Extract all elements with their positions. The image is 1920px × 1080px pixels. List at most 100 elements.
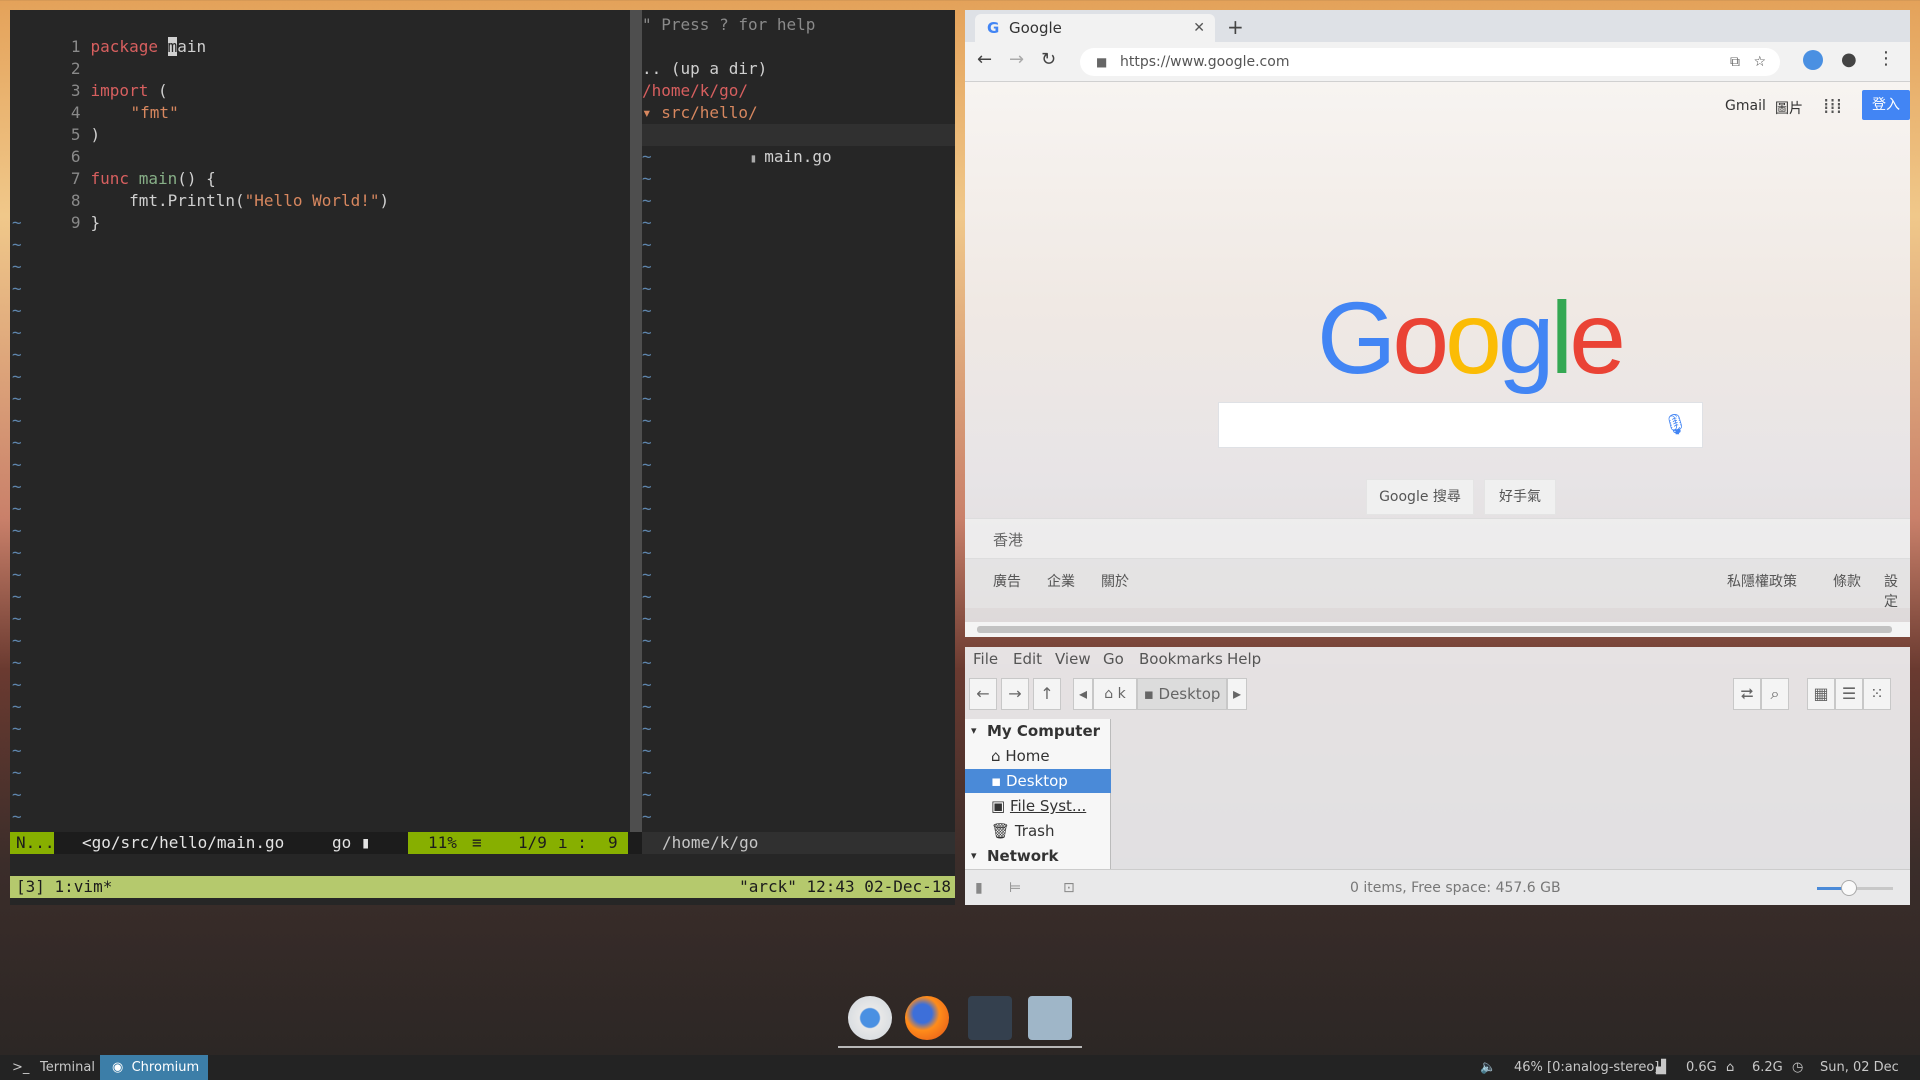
crumb-desktop[interactable]: ▪ Desktop xyxy=(1137,678,1227,710)
scrollbar-thumb[interactable] xyxy=(977,626,1892,633)
tilde-marker: ~ xyxy=(12,301,22,320)
compact-view-button[interactable]: ⁙ xyxy=(1863,678,1891,710)
menu-bookmarks[interactable]: Bookmarks xyxy=(1139,647,1223,671)
crumb-right-button[interactable]: ▸ xyxy=(1227,678,1247,710)
google-search-button[interactable]: Google 搜尋 xyxy=(1366,479,1474,515)
code-line-5[interactable]: 5) xyxy=(10,102,100,144)
up-button[interactable]: ↑ xyxy=(1033,678,1061,710)
column-icon: ı : xyxy=(558,833,587,852)
list-view-button[interactable]: ☰ xyxy=(1835,678,1863,710)
volume-status[interactable]: 46% [0:analog-stereo] xyxy=(1514,1055,1659,1080)
address-bar[interactable]: ■ https://www.google.com ⧉ ☆ xyxy=(1080,48,1780,76)
trash-icon: 🗑 xyxy=(991,822,1011,840)
microphone-icon[interactable]: 🎙 xyxy=(1663,412,1688,436)
footer-link-terms[interactable]: 條款 xyxy=(1833,571,1861,591)
code-line-8[interactable]: 8 fmt.Println("Hello World!") xyxy=(10,168,389,210)
tilde-marker: ~ xyxy=(642,741,652,760)
sign-in-button[interactable]: 登入 xyxy=(1862,90,1910,120)
code-line-6[interactable]: 6 xyxy=(10,124,91,166)
sidebar-item-desktop[interactable]: ▪ Desktop xyxy=(965,769,1111,793)
nerdtree-up-dir[interactable]: .. (up a dir) xyxy=(642,58,767,80)
firefox-dock-icon[interactable] xyxy=(905,996,949,1040)
folder-dock-icon[interactable] xyxy=(1028,996,1072,1040)
footer-link-settings[interactable]: 設定 xyxy=(1884,571,1910,611)
chromium-dock-icon[interactable] xyxy=(848,996,892,1040)
nerdtree-folder[interactable]: ▾ src/hello/ xyxy=(642,102,758,124)
sidebar-item-home[interactable]: ⌂ Home xyxy=(965,744,1111,768)
footer-link-about[interactable]: 關於 xyxy=(1101,571,1129,591)
nerdtree-pane[interactable]: " Press ? for help .. (up a dir) /home/k… xyxy=(642,10,955,832)
lucky-button[interactable]: 好手氣 xyxy=(1484,479,1556,515)
icon-view-button[interactable]: ▦ xyxy=(1807,678,1835,710)
tilde-marker: ~ xyxy=(12,609,22,628)
clock[interactable]: Sun, 02 Dec 12:43 xyxy=(1820,1055,1920,1080)
places-toggle-icon[interactable]: ▮ xyxy=(975,870,983,905)
bookmark-star-icon[interactable]: ☆ xyxy=(1753,48,1766,76)
back-icon[interactable]: ← xyxy=(977,49,992,70)
search-button[interactable]: ⌕ xyxy=(1761,678,1789,710)
tilde-marker: ~ xyxy=(12,543,22,562)
sidebar-item-trash[interactable]: 🗑 Trash xyxy=(965,819,1111,843)
sidebar-section-my-computer[interactable]: ▾ My Computer xyxy=(965,719,1111,743)
apps-grid-icon[interactable]: ⁞⁞⁞ xyxy=(1823,94,1842,118)
crumb-left-button[interactable]: ◂ xyxy=(1073,678,1093,710)
tree-toggle-icon[interactable]: ⊨ xyxy=(1009,870,1021,905)
tilde-marker: ~ xyxy=(12,499,22,518)
forward-button[interactable]: → xyxy=(1001,678,1029,710)
tab-google[interactable]: G Google ✕ xyxy=(975,14,1215,42)
horizontal-scrollbar[interactable] xyxy=(965,622,1910,637)
code-line-2[interactable]: 2 xyxy=(10,36,91,78)
sidebar-section-network[interactable]: ▾ Network xyxy=(965,844,1111,868)
sidebar-item-filesystem[interactable]: ▣ File Syst... xyxy=(965,794,1111,818)
file-toolbar: ← → ↑ ◂ ⌂ k ▪ Desktop ▸ ⮂ ⌕ ▦ ☰ ⁙ xyxy=(965,675,1910,715)
nerdtree-root[interactable]: /home/k/go/ xyxy=(642,80,748,102)
extension-icon[interactable] xyxy=(1803,50,1823,70)
zoom-slider[interactable] xyxy=(1817,880,1893,896)
terminal-window[interactable]: 1 package main 2 3 import ( 4 "fmt" 5) 6 7f… xyxy=(10,10,955,905)
close-tab-icon[interactable]: ✕ xyxy=(1193,14,1205,42)
translate-icon[interactable]: ⧉ xyxy=(1730,48,1740,76)
gmail-link[interactable]: Gmail xyxy=(1725,98,1766,114)
url-text: https://www.google.com xyxy=(1120,54,1290,70)
code-text: ) xyxy=(90,125,101,144)
code-line-9[interactable]: 9} xyxy=(10,190,100,232)
nerdtree-file[interactable]: ▮ main.go xyxy=(642,124,955,166)
code-line-7[interactable]: 7 func main() { xyxy=(10,146,216,188)
tmux-window-list[interactable]: [3] 1:vim* xyxy=(16,876,112,898)
menu-help[interactable]: Help xyxy=(1227,647,1261,671)
code-line-4[interactable]: 4 "fmt" xyxy=(10,80,179,122)
chromium-task-icon: ◉ xyxy=(112,1060,124,1075)
chromium-window[interactable]: G Google ✕ + ← → ↻ ■ https://www.google.… xyxy=(965,10,1910,637)
back-button[interactable]: ← xyxy=(969,678,997,710)
profile-icon[interactable]: ● xyxy=(1841,49,1857,70)
task-chromium[interactable]: ◉ Chromium xyxy=(100,1055,208,1080)
footer-link-ads[interactable]: 廣告 xyxy=(993,571,1021,591)
lines-icon: ≡ xyxy=(472,833,482,852)
code-line-1[interactable]: 1 package main xyxy=(10,14,206,56)
split-separator[interactable] xyxy=(630,10,642,832)
footer-link-privacy[interactable]: 私隱權政策 xyxy=(1727,571,1797,591)
crumb-home[interactable]: ⌂ k xyxy=(1093,678,1137,710)
tilde-marker: ~ xyxy=(642,675,652,694)
code-line-3[interactable]: 3 import ( xyxy=(10,58,168,100)
menu-edit[interactable]: Edit xyxy=(1013,647,1042,671)
volume-icon[interactable]: 🔈 xyxy=(1480,1055,1496,1080)
reload-icon[interactable]: ↻ xyxy=(1041,49,1056,70)
menu-file[interactable]: File xyxy=(973,647,998,671)
file-manager-window[interactable]: File Edit View Go Bookmarks Help ← → ↑ ◂… xyxy=(965,647,1910,905)
toggle-location-button[interactable]: ⮂ xyxy=(1733,678,1761,710)
home-icon: ⌂ xyxy=(991,747,1001,765)
new-tab-icon[interactable]: + xyxy=(1227,14,1244,40)
images-link[interactable]: 圖片 xyxy=(1775,98,1803,118)
drive-icon: ▣ xyxy=(991,797,1006,815)
zoom-slider-handle[interactable] xyxy=(1841,880,1857,896)
menu-icon[interactable]: ⋮ xyxy=(1877,48,1895,69)
search-input[interactable]: 🎙 xyxy=(1218,402,1703,448)
footer-link-business[interactable]: 企業 xyxy=(1047,571,1075,591)
menu-go[interactable]: Go xyxy=(1103,647,1124,671)
task-terminal[interactable]: Terminal xyxy=(40,1055,95,1080)
hide-sidebar-icon[interactable]: ⊡ xyxy=(1063,870,1075,905)
forward-icon[interactable]: → xyxy=(1009,49,1024,70)
menu-view[interactable]: View xyxy=(1055,647,1091,671)
terminal-dock-icon[interactable] xyxy=(968,996,1012,1040)
